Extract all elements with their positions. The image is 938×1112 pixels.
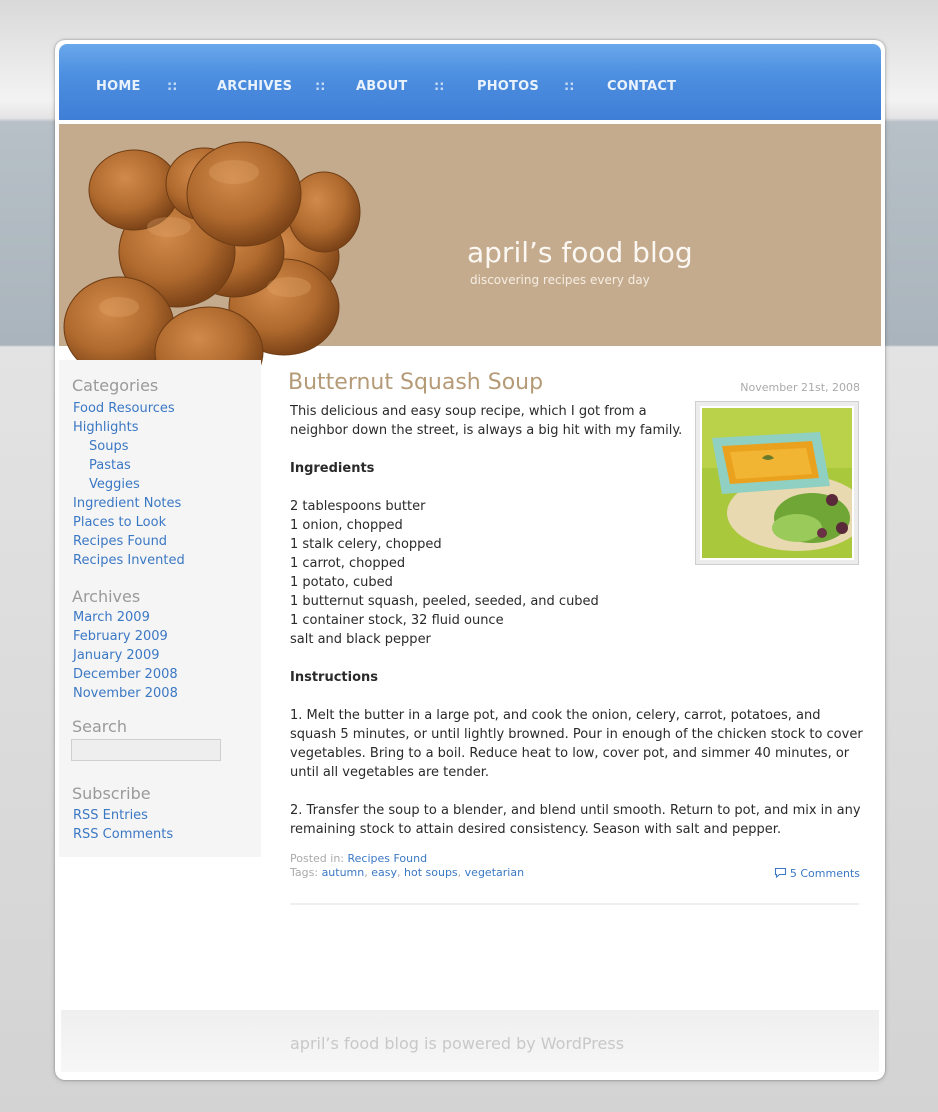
instruction-line: remaining stock to attain desired consis… — [290, 822, 782, 837]
search-input[interactable] — [71, 739, 221, 761]
tag-link[interactable]: autumn — [322, 866, 365, 879]
category-soups[interactable]: Soups — [89, 439, 128, 454]
nav-home[interactable]: HOME — [96, 79, 141, 94]
category-recipes-found[interactable]: Recipes Found — [73, 534, 167, 549]
instruction-line: 2. Transfer the soup to a blender, and b… — [290, 803, 861, 818]
tags-meta: Tags: autumn, easy, hot soups, vegetaria… — [290, 866, 525, 879]
nav-separator: :: — [434, 79, 445, 94]
category-food-resources[interactable]: Food Resources — [73, 401, 175, 416]
rss-comments-link[interactable]: RSS Comments — [73, 827, 173, 842]
tag-link[interactable]: easy — [371, 866, 397, 879]
instruction-line: until all vegetables are tender. — [290, 765, 490, 780]
instruction-line: vegetables. Bring to a boil. Reduce heat… — [290, 746, 850, 761]
comments-link[interactable]: 5 Comments — [774, 867, 860, 880]
blog-tagline: discovering recipes every day — [470, 273, 650, 287]
archive-february-2009[interactable]: February 2009 — [73, 629, 168, 644]
archive-january-2009[interactable]: January 2009 — [73, 648, 160, 663]
footer: april’s food blog is powered by WordPres… — [61, 1010, 879, 1072]
sidebar: Categories Food Resources Highlights Sou… — [59, 360, 261, 857]
subscribe-heading: Subscribe — [72, 784, 151, 803]
nav-archives[interactable]: ARCHIVES — [217, 79, 292, 94]
nav-contact[interactable]: CONTACT — [607, 79, 676, 94]
category-recipes-invented[interactable]: Recipes Invented — [73, 553, 185, 568]
rss-entries-link[interactable]: RSS Entries — [73, 808, 148, 823]
tag-link[interactable]: vegetarian — [465, 866, 524, 879]
archive-november-2008[interactable]: November 2008 — [73, 686, 178, 701]
search-heading: Search — [72, 717, 127, 736]
nav-photos[interactable]: PHOTOS — [477, 79, 539, 94]
post-divider — [290, 903, 859, 905]
nav-separator: :: — [564, 79, 575, 94]
tag-link[interactable]: hot soups — [404, 866, 458, 879]
footer-text: april’s food blog is powered by WordPres… — [290, 1034, 625, 1053]
archive-march-2009[interactable]: March 2009 — [73, 610, 150, 625]
tags-label: Tags: — [290, 866, 319, 879]
category-places-to-look[interactable]: Places to Look — [73, 515, 166, 530]
nav-separator: :: — [315, 79, 326, 94]
posted-in-category-link[interactable]: Recipes Found — [348, 852, 428, 865]
archives-heading: Archives — [72, 587, 141, 606]
category-pastas[interactable]: Pastas — [89, 458, 131, 473]
instructions-heading: Instructions — [290, 670, 379, 685]
category-ingredient-notes[interactable]: Ingredient Notes — [73, 496, 181, 511]
instruction-line: squash 5 minutes, or until lightly brown… — [290, 727, 863, 742]
ingredient-item: 1 container stock, 32 fluid ounce — [290, 613, 504, 628]
intro-line-2: neighbor down the street, is always a bi… — [290, 423, 683, 438]
ingredient-item: 2 tablespoons butter — [290, 499, 426, 514]
category-highlights[interactable]: Highlights — [73, 420, 138, 435]
ingredient-item: 1 potato, cubed — [290, 575, 393, 590]
archive-december-2008[interactable]: December 2008 — [73, 667, 178, 682]
soup-image — [702, 408, 852, 558]
ingredient-item: 1 stalk celery, chopped — [290, 537, 442, 552]
ingredient-item: salt and black pepper — [290, 632, 431, 647]
post-date: November 21st, 2008 — [740, 381, 860, 394]
nav-separator: :: — [167, 79, 178, 94]
blog-title[interactable]: april’s food blog — [467, 236, 693, 269]
comments-count[interactable]: 5 Comments — [790, 867, 860, 880]
soup-photo[interactable] — [695, 401, 859, 565]
ingredient-item: 1 onion, chopped — [290, 518, 403, 533]
posted-in-label: Posted in: — [290, 852, 344, 865]
muffins-image — [63, 141, 361, 382]
comment-bubble-icon — [774, 867, 786, 879]
ingredients-heading: Ingredients — [290, 461, 375, 476]
nav-about[interactable]: ABOUT — [356, 79, 407, 94]
intro-line-1: This delicious and easy soup recipe, whi… — [290, 404, 647, 419]
category-veggies[interactable]: Veggies — [89, 477, 140, 492]
categories-heading: Categories — [72, 376, 159, 395]
top-navigation: HOME :: ARCHIVES :: ABOUT :: PHOTOS :: C… — [59, 44, 881, 120]
posted-in-meta: Posted in: Recipes Found — [290, 852, 427, 865]
instruction-line: 1. Melt the butter in a large pot, and c… — [290, 708, 821, 723]
post-title[interactable]: Butternut Squash Soup — [288, 370, 543, 395]
ingredient-item: 1 carrot, chopped — [290, 556, 406, 571]
ingredient-item: 1 butternut squash, peeled, seeded, and … — [290, 594, 599, 609]
page-container: HOME :: ARCHIVES :: ABOUT :: PHOTOS :: C… — [55, 40, 885, 1080]
